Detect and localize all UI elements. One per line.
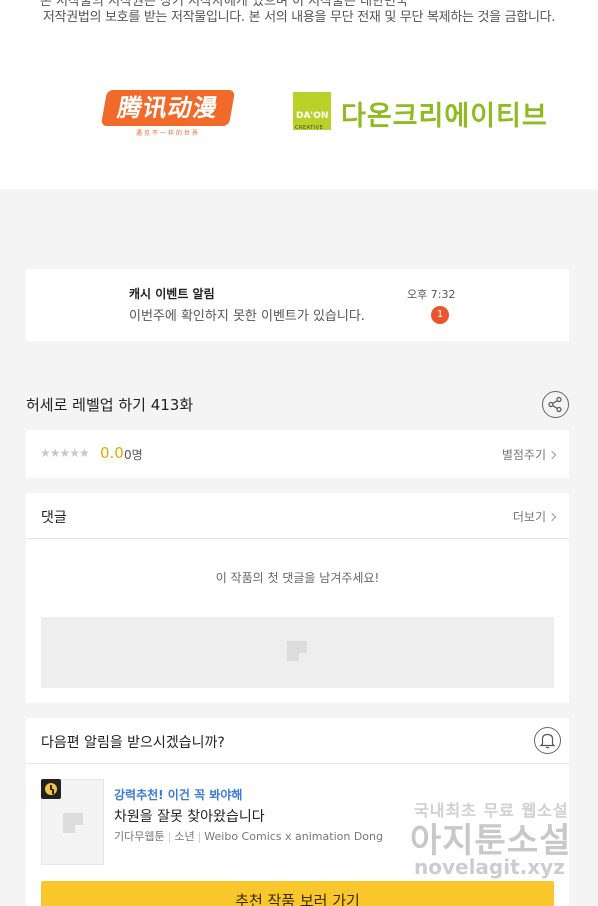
comments-empty-message: 이 작품의 첫 댓글을 남겨주세요!: [215, 571, 380, 585]
recommend-meta: 기다무웹툰 | 소년 | Weibo Comics x animation Dong: [114, 828, 383, 844]
daon-logo-box-subtext: CREATIVE: [295, 125, 324, 131]
rate-button-label: 별점주기: [501, 448, 546, 462]
recommend-genre-1: 기다무웹툰: [114, 830, 165, 843]
bell-icon: [539, 733, 556, 749]
recommend-author: Weibo Comics x animation Dong: [204, 830, 383, 843]
rate-button[interactable]: 별점주기: [501, 446, 557, 463]
daon-logo-box-text: DA'ON: [296, 111, 329, 121]
comments-panel: 댓글 더보기 이 작품의 첫 댓글을 남겨주세요!: [26, 493, 569, 703]
episode-title: 허세로 레벨업 하기 413화: [26, 396, 194, 414]
share-button[interactable]: [542, 391, 569, 418]
placeholder-image-icon: [287, 641, 307, 661]
notification-title: 캐시 이벤트 알림: [129, 287, 215, 301]
share-icon: [548, 396, 562, 413]
notification-message: 이번주에 확인하지 못한 이벤트가 있습니다.: [129, 309, 365, 324]
divider: [26, 763, 569, 764]
subscribe-question: 다음편 알림을 받으시겠습니까?: [41, 735, 225, 751]
daon-creative-logo: DA'ON CREATIVE 다온크리에이티브: [293, 92, 553, 134]
watermark-line-3: novelagit.xyz: [414, 855, 565, 879]
recommend-title[interactable]: 차원을 잘못 찾아왔습니다: [114, 806, 265, 826]
cash-event-notification[interactable]: 캐시 이벤트 알림 오후 7:32 이번주에 확인하지 못한 이벤트가 있습니다…: [26, 269, 569, 341]
comments-more-button[interactable]: 더보기: [512, 508, 557, 525]
meta-separator: |: [197, 830, 202, 843]
comments-header: 댓글: [41, 510, 67, 526]
copyright-section: 본 저작물의 저작권은 상기 저작자에게 있으며 이 저작물은 대한민국 저작권…: [0, 0, 598, 189]
subscribe-bell-button[interactable]: [534, 727, 561, 754]
recommend-label: 강력추천! 이건 꼭 봐야해: [114, 788, 243, 802]
recommend-genre-2: 소년: [174, 830, 195, 843]
meta-separator: |: [167, 830, 172, 843]
chevron-right-icon: [547, 450, 557, 460]
copyright-text: 저작권법의 보호를 받는 저작물입니다. 본 서의 내용을 무단 전재 및 무단…: [42, 10, 556, 25]
comment-input-area[interactable]: [41, 617, 554, 688]
site-watermark: 국내최초 무료 웹소설 아지툰소설 novelagit.xyz: [410, 797, 585, 887]
tencent-logo-text: 腾讯动漫: [100, 90, 236, 126]
tencent-comics-logo: 腾讯动漫 遇见不一样的世界: [100, 90, 236, 142]
rating-score: 0.0: [100, 444, 124, 462]
notification-count-badge: 1: [431, 306, 449, 324]
rating-stars: ★★★★★: [40, 446, 90, 460]
placeholder-image-icon: [63, 813, 83, 833]
rating-count: 0명: [124, 448, 143, 462]
clock-icon: [41, 779, 61, 799]
chevron-right-icon: [547, 512, 557, 522]
notification-time: 오후 7:32: [407, 288, 456, 301]
daon-logo-text: 다온크리에이티브: [341, 101, 548, 132]
comments-more-label: 더보기: [512, 510, 546, 524]
divider: [26, 538, 569, 539]
tencent-logo-subtext: 遇见不一样的世界: [135, 130, 200, 137]
daon-logo-box: DA'ON CREATIVE: [293, 92, 331, 131]
rating-panel: ★★★★★ 0.0 0명 별점주기: [26, 430, 569, 478]
